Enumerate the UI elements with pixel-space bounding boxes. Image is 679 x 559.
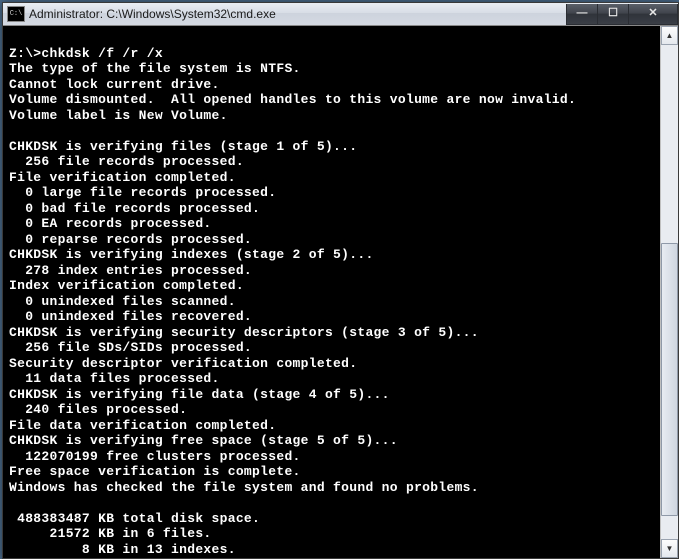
terminal-output[interactable]: Z:\>chkdsk /f /r /x The type of the file… (3, 26, 660, 558)
scrollbar-track[interactable] (661, 45, 678, 539)
client-area: Z:\>chkdsk /f /r /x The type of the file… (3, 26, 678, 558)
scrollbar-thumb[interactable] (661, 243, 678, 517)
minimize-icon: — (577, 8, 588, 19)
close-icon: ✕ (648, 8, 657, 19)
close-button[interactable]: ✕ (628, 4, 678, 25)
chevron-down-icon: ▼ (666, 544, 674, 553)
chevron-up-icon: ▲ (666, 31, 674, 40)
scroll-up-button[interactable]: ▲ (661, 26, 678, 45)
app-icon-label: C:\ (10, 11, 23, 18)
window-controls: — ☐ ✕ (567, 4, 678, 24)
scroll-down-button[interactable]: ▼ (661, 539, 678, 558)
maximize-button[interactable]: ☐ (597, 4, 629, 25)
app-icon: C:\ (7, 6, 25, 22)
minimize-button[interactable]: — (566, 4, 598, 25)
window-title: Administrator: C:\Windows\System32\cmd.e… (29, 7, 567, 21)
vertical-scrollbar[interactable]: ▲ ▼ (660, 26, 678, 558)
maximize-icon: ☐ (608, 8, 618, 19)
titlebar[interactable]: C:\ Administrator: C:\Windows\System32\c… (3, 3, 678, 26)
cmd-window: C:\ Administrator: C:\Windows\System32\c… (2, 2, 679, 559)
